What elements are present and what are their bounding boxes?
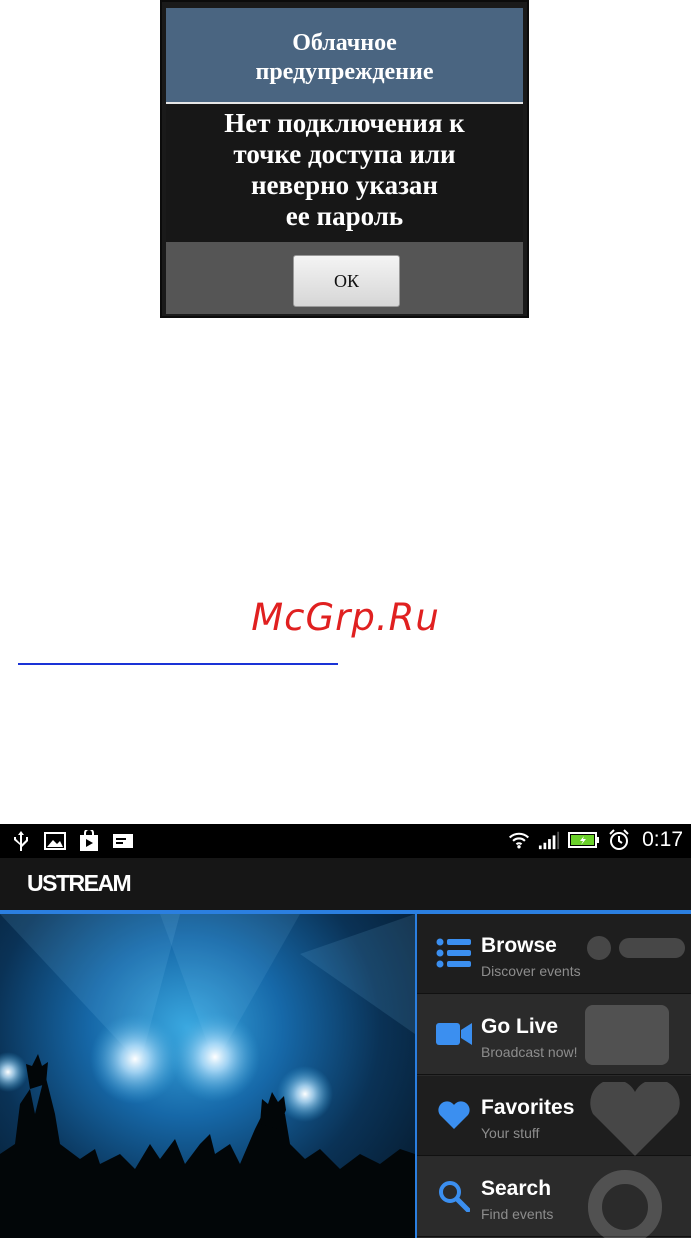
- dialog-title: Облачное предупреждение: [166, 8, 523, 102]
- battery-icon: [568, 829, 600, 851]
- ok-button[interactable]: ОК: [293, 255, 400, 307]
- dialog-message: Нет подключения к точке доступа или неве…: [166, 104, 523, 242]
- menu-item-go-live[interactable]: Go Live Broadcast now!: [417, 995, 691, 1075]
- watermark: McGrp.Ru: [251, 596, 440, 639]
- menu-item-browse[interactable]: Browse Discover events: [417, 914, 691, 994]
- menu-label: Search: [481, 1177, 552, 1200]
- message-icon: [112, 830, 134, 852]
- menu-sublabel: Broadcast now!: [481, 1044, 578, 1060]
- concert-image: [0, 914, 415, 1238]
- video-camera-icon: [435, 1017, 473, 1051]
- play-store-icon: [78, 830, 100, 852]
- heart-icon: [435, 1098, 473, 1132]
- status-clock: 0:17: [642, 828, 683, 851]
- menu-label: Browse: [481, 934, 557, 957]
- menu-sublabel: Your stuff: [481, 1125, 540, 1141]
- usb-icon: [10, 830, 32, 852]
- main-menu: Browse Discover events Go Live Broadcast…: [417, 914, 691, 1238]
- search-icon: [435, 1179, 473, 1213]
- menu-sublabel: Find events: [481, 1206, 554, 1222]
- app-bar: USTREAM: [0, 858, 691, 910]
- menu-label: Favorites: [481, 1096, 575, 1119]
- status-bar: 0:17: [0, 824, 691, 858]
- dialog-footer: ОК: [166, 242, 523, 314]
- link-underline[interactable]: [18, 663, 338, 665]
- phone-screen: 0:17 USTREAM Browse Discover events Go L…: [0, 824, 691, 1238]
- signal-icon: [538, 829, 560, 851]
- image-icon: [44, 830, 66, 852]
- menu-item-favorites[interactable]: Favorites Your stuff: [417, 1076, 691, 1156]
- wifi-icon: [508, 829, 530, 851]
- alarm-icon: [608, 829, 630, 851]
- menu-item-search[interactable]: Search Find events: [417, 1157, 691, 1238]
- menu-label: Go Live: [481, 1015, 559, 1038]
- cloud-warning-dialog: Облачное предупреждение Нет подключения …: [160, 0, 529, 318]
- menu-sublabel: Discover events: [481, 963, 581, 979]
- app-title: USTREAM: [27, 870, 132, 896]
- list-icon: [435, 936, 473, 970]
